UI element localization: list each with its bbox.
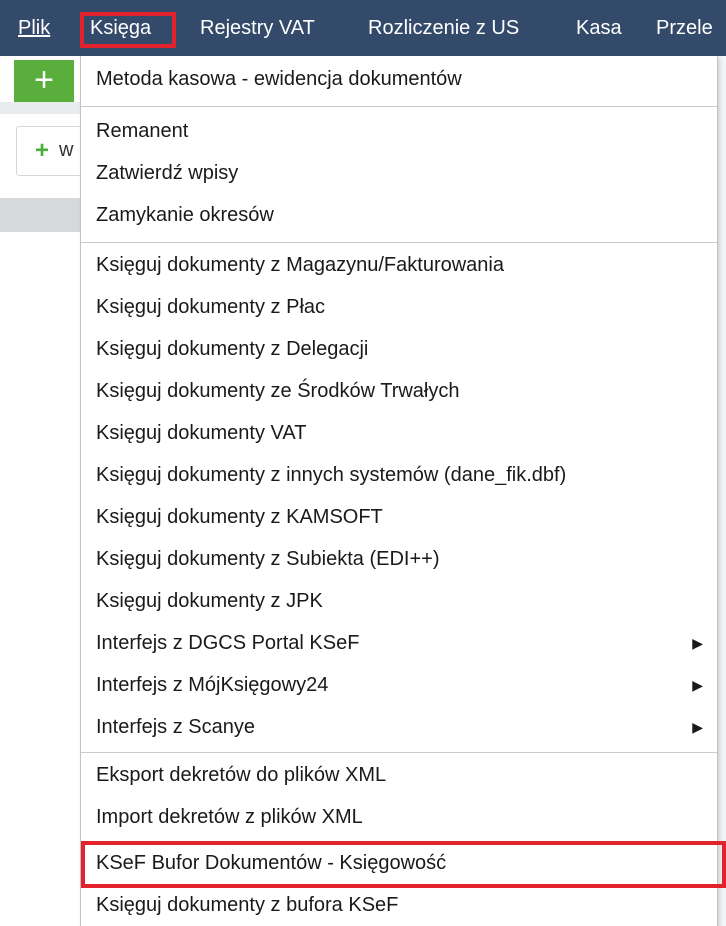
- menu-plik[interactable]: Plik: [18, 14, 50, 42]
- add-button[interactable]: +: [14, 60, 74, 102]
- ksef-bufor-highlight: [81, 841, 726, 888]
- menu-item-ksieguj-place[interactable]: Księguj dokumenty z Płac: [81, 286, 717, 328]
- menu-item-zamykanie-okresow[interactable]: Zamykanie okresów: [81, 194, 717, 236]
- menu-item-zatwierdz-wpisy[interactable]: Zatwierdź wpisy: [81, 152, 717, 194]
- menu-przelewy[interactable]: Przele: [656, 14, 713, 42]
- ksiega-dropdown-menu: Metoda kasowa - ewidencja dokumentów Rem…: [80, 56, 726, 926]
- plus-icon: +: [35, 137, 50, 164]
- menu-item-interfejs-dgcs[interactable]: Interfejs z DGCS Portal KSeF ▶: [81, 622, 717, 664]
- menu-item-ksieguj-kamsoft[interactable]: Księguj dokumenty z KAMSOFT: [81, 496, 717, 538]
- menu-separator: [81, 752, 717, 753]
- menu-kasa[interactable]: Kasa: [576, 14, 622, 42]
- menu-rejestry-vat[interactable]: Rejestry VAT: [200, 14, 315, 42]
- menu-item-interfejs-mojksiegowy24[interactable]: Interfejs z MójKsięgowy24 ▶: [81, 664, 717, 706]
- submenu-arrow-icon: ▶: [692, 677, 703, 693]
- menu-item-ksieguj-jpk[interactable]: Księguj dokumenty z JPK: [81, 580, 717, 622]
- menubar: Plik Księga Rejestry VAT Rozliczenie z U…: [0, 0, 726, 56]
- menu-item-ksieguj-vat[interactable]: Księguj dokumenty VAT: [81, 412, 717, 454]
- menu-item-label: Interfejs z MójKsięgowy24: [96, 674, 329, 696]
- menu-rozliczenie-z-us[interactable]: Rozliczenie z US: [368, 14, 519, 42]
- menu-ksiega-highlight: [80, 12, 176, 48]
- menu-item-ksieguj-inne-systemy[interactable]: Księguj dokumenty z innych systemów (dan…: [81, 454, 717, 496]
- new-document-label: w: [59, 139, 74, 161]
- menu-separator: [81, 106, 717, 107]
- menu-item-ksieguj-magazyn[interactable]: Księguj dokumenty z Magazynu/Fakturowani…: [81, 244, 717, 286]
- submenu-arrow-icon: ▶: [692, 719, 703, 735]
- submenu-arrow-icon: ▶: [692, 635, 703, 651]
- menu-item-metoda-kasowa[interactable]: Metoda kasowa - ewidencja dokumentów: [81, 58, 717, 100]
- menu-item-ksieguj-bufor-ksef[interactable]: Księguj dokumenty z bufora KSeF: [81, 884, 717, 926]
- menu-item-ksieguj-srodki-trwale[interactable]: Księguj dokumenty ze Środków Trwałych: [81, 370, 717, 412]
- menu-item-label: Interfejs z Scanye: [96, 716, 255, 738]
- menu-item-ksieguj-subiekt[interactable]: Księguj dokumenty z Subiekta (EDI++): [81, 538, 717, 580]
- menu-item-ksieguj-delegacje[interactable]: Księguj dokumenty z Delegacji: [81, 328, 717, 370]
- menu-item-remanent[interactable]: Remanent: [81, 110, 717, 152]
- menu-item-import-xml[interactable]: Import dekretów z plików XML: [81, 796, 717, 838]
- menu-item-label: Interfejs z DGCS Portal KSeF: [96, 632, 360, 654]
- menu-separator: [81, 242, 717, 243]
- menu-item-interfejs-scanye[interactable]: Interfejs z Scanye ▶: [81, 706, 717, 748]
- menu-item-eksport-xml[interactable]: Eksport dekretów do plików XML: [81, 754, 717, 796]
